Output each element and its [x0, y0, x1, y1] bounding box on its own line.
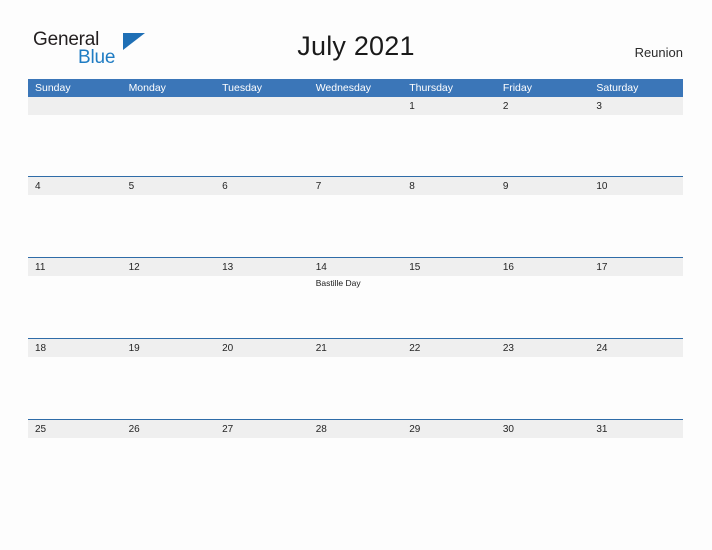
day-number[interactable]: 29: [402, 420, 496, 438]
day-event: [309, 195, 403, 257]
day-number[interactable]: [28, 97, 122, 115]
day-event: [589, 438, 683, 500]
calendar-week-row: 25 26 27 28 29 30 31: [28, 419, 683, 500]
day-number[interactable]: 28: [309, 420, 403, 438]
day-event: [402, 276, 496, 338]
week-date-band: 25 26 27 28 29 30 31: [28, 420, 683, 438]
day-event: [28, 357, 122, 419]
day-number[interactable]: 25: [28, 420, 122, 438]
day-event: [122, 438, 216, 500]
day-event: [28, 276, 122, 338]
day-number[interactable]: 14: [309, 258, 403, 276]
weekday-header-row: Sunday Monday Tuesday Wednesday Thursday…: [28, 79, 683, 97]
day-event: [402, 438, 496, 500]
week-date-band: 11 12 13 14 15 16 17: [28, 258, 683, 276]
day-number[interactable]: 31: [589, 420, 683, 438]
day-event: [402, 116, 496, 178]
day-number[interactable]: 3: [589, 97, 683, 115]
day-event: [215, 438, 309, 500]
day-event: [122, 195, 216, 257]
region-label: Reunion: [634, 45, 683, 60]
week-event-band: [28, 195, 683, 257]
day-number[interactable]: 23: [496, 339, 590, 357]
day-event: [589, 116, 683, 178]
day-event: [215, 357, 309, 419]
day-number[interactable]: 21: [309, 339, 403, 357]
calendar-week-row: 4 5 6 7 8 9 10: [28, 176, 683, 257]
day-event: [28, 195, 122, 257]
day-event: [496, 357, 590, 419]
day-number[interactable]: 12: [122, 258, 216, 276]
day-event: [122, 357, 216, 419]
day-number[interactable]: 4: [28, 177, 122, 195]
week-date-band: 18 19 20 21 22 23 24: [28, 339, 683, 357]
weekday-header-sunday: Sunday: [35, 82, 71, 94]
weekday-header-wednesday: Wednesday: [315, 82, 371, 94]
day-event: [215, 116, 309, 178]
day-number[interactable]: 15: [402, 258, 496, 276]
day-event: [589, 195, 683, 257]
day-number[interactable]: 24: [589, 339, 683, 357]
day-event: [122, 276, 216, 338]
day-number[interactable]: 30: [496, 420, 590, 438]
day-event: [589, 276, 683, 338]
day-number[interactable]: 8: [402, 177, 496, 195]
weekday-header-monday: Monday: [128, 82, 166, 94]
day-number[interactable]: 13: [215, 258, 309, 276]
day-event: [309, 438, 403, 500]
day-number[interactable]: [122, 97, 216, 115]
calendar-grid: Sunday Monday Tuesday Wednesday Thursday…: [28, 79, 683, 500]
day-number[interactable]: 5: [122, 177, 216, 195]
day-event: [309, 357, 403, 419]
day-number[interactable]: 19: [122, 339, 216, 357]
day-number[interactable]: 17: [589, 258, 683, 276]
day-number[interactable]: 26: [122, 420, 216, 438]
page-header: General Blue July 2021 Reunion: [0, 0, 712, 79]
day-event: [215, 276, 309, 338]
day-number[interactable]: 2: [496, 97, 590, 115]
page-title: July 2021: [297, 31, 415, 61]
day-number[interactable]: 22: [402, 339, 496, 357]
week-event-band: [28, 438, 683, 500]
day-event: [496, 276, 590, 338]
day-event: Bastille Day: [315, 278, 361, 288]
week-event-band: [28, 116, 683, 178]
weekday-header-thursday: Thursday: [409, 82, 454, 94]
day-number[interactable]: 9: [496, 177, 590, 195]
week-event-band: Bastille Day: [28, 276, 683, 338]
day-number[interactable]: 1: [402, 97, 496, 115]
week-event-band: [28, 357, 683, 419]
day-event: [589, 357, 683, 419]
day-number[interactable]: 11: [28, 258, 122, 276]
calendar-week-row: 18 19 20 21 22 23 24: [28, 338, 683, 419]
week-date-band: 4 5 6 7 8 9 10: [28, 177, 683, 195]
day-number[interactable]: 20: [215, 339, 309, 357]
calendar-week-row: 1 2 3: [28, 97, 683, 176]
day-number[interactable]: 6: [215, 177, 309, 195]
day-number[interactable]: [215, 97, 309, 115]
day-event: [215, 195, 309, 257]
weekday-header-friday: Friday: [502, 82, 532, 94]
day-event: [496, 116, 590, 178]
day-event: [402, 357, 496, 419]
day-number[interactable]: 27: [215, 420, 309, 438]
weekday-header-saturday: Saturday: [596, 82, 639, 94]
day-event: [28, 438, 122, 500]
day-number[interactable]: [309, 97, 403, 115]
week-date-band: 1 2 3: [28, 97, 683, 115]
day-number[interactable]: 18: [28, 339, 122, 357]
day-event: [496, 195, 590, 257]
day-event: [122, 116, 216, 178]
calendar-week-row: 11 12 13 14 15 16 17 Bastille Day: [28, 257, 683, 338]
day-number[interactable]: 7: [309, 177, 403, 195]
day-event: [496, 438, 590, 500]
day-number[interactable]: 10: [589, 177, 683, 195]
weekday-header-tuesday: Tuesday: [222, 82, 263, 94]
day-event: [309, 116, 403, 178]
day-number[interactable]: 16: [496, 258, 590, 276]
day-event: [28, 116, 122, 178]
day-event: [402, 195, 496, 257]
